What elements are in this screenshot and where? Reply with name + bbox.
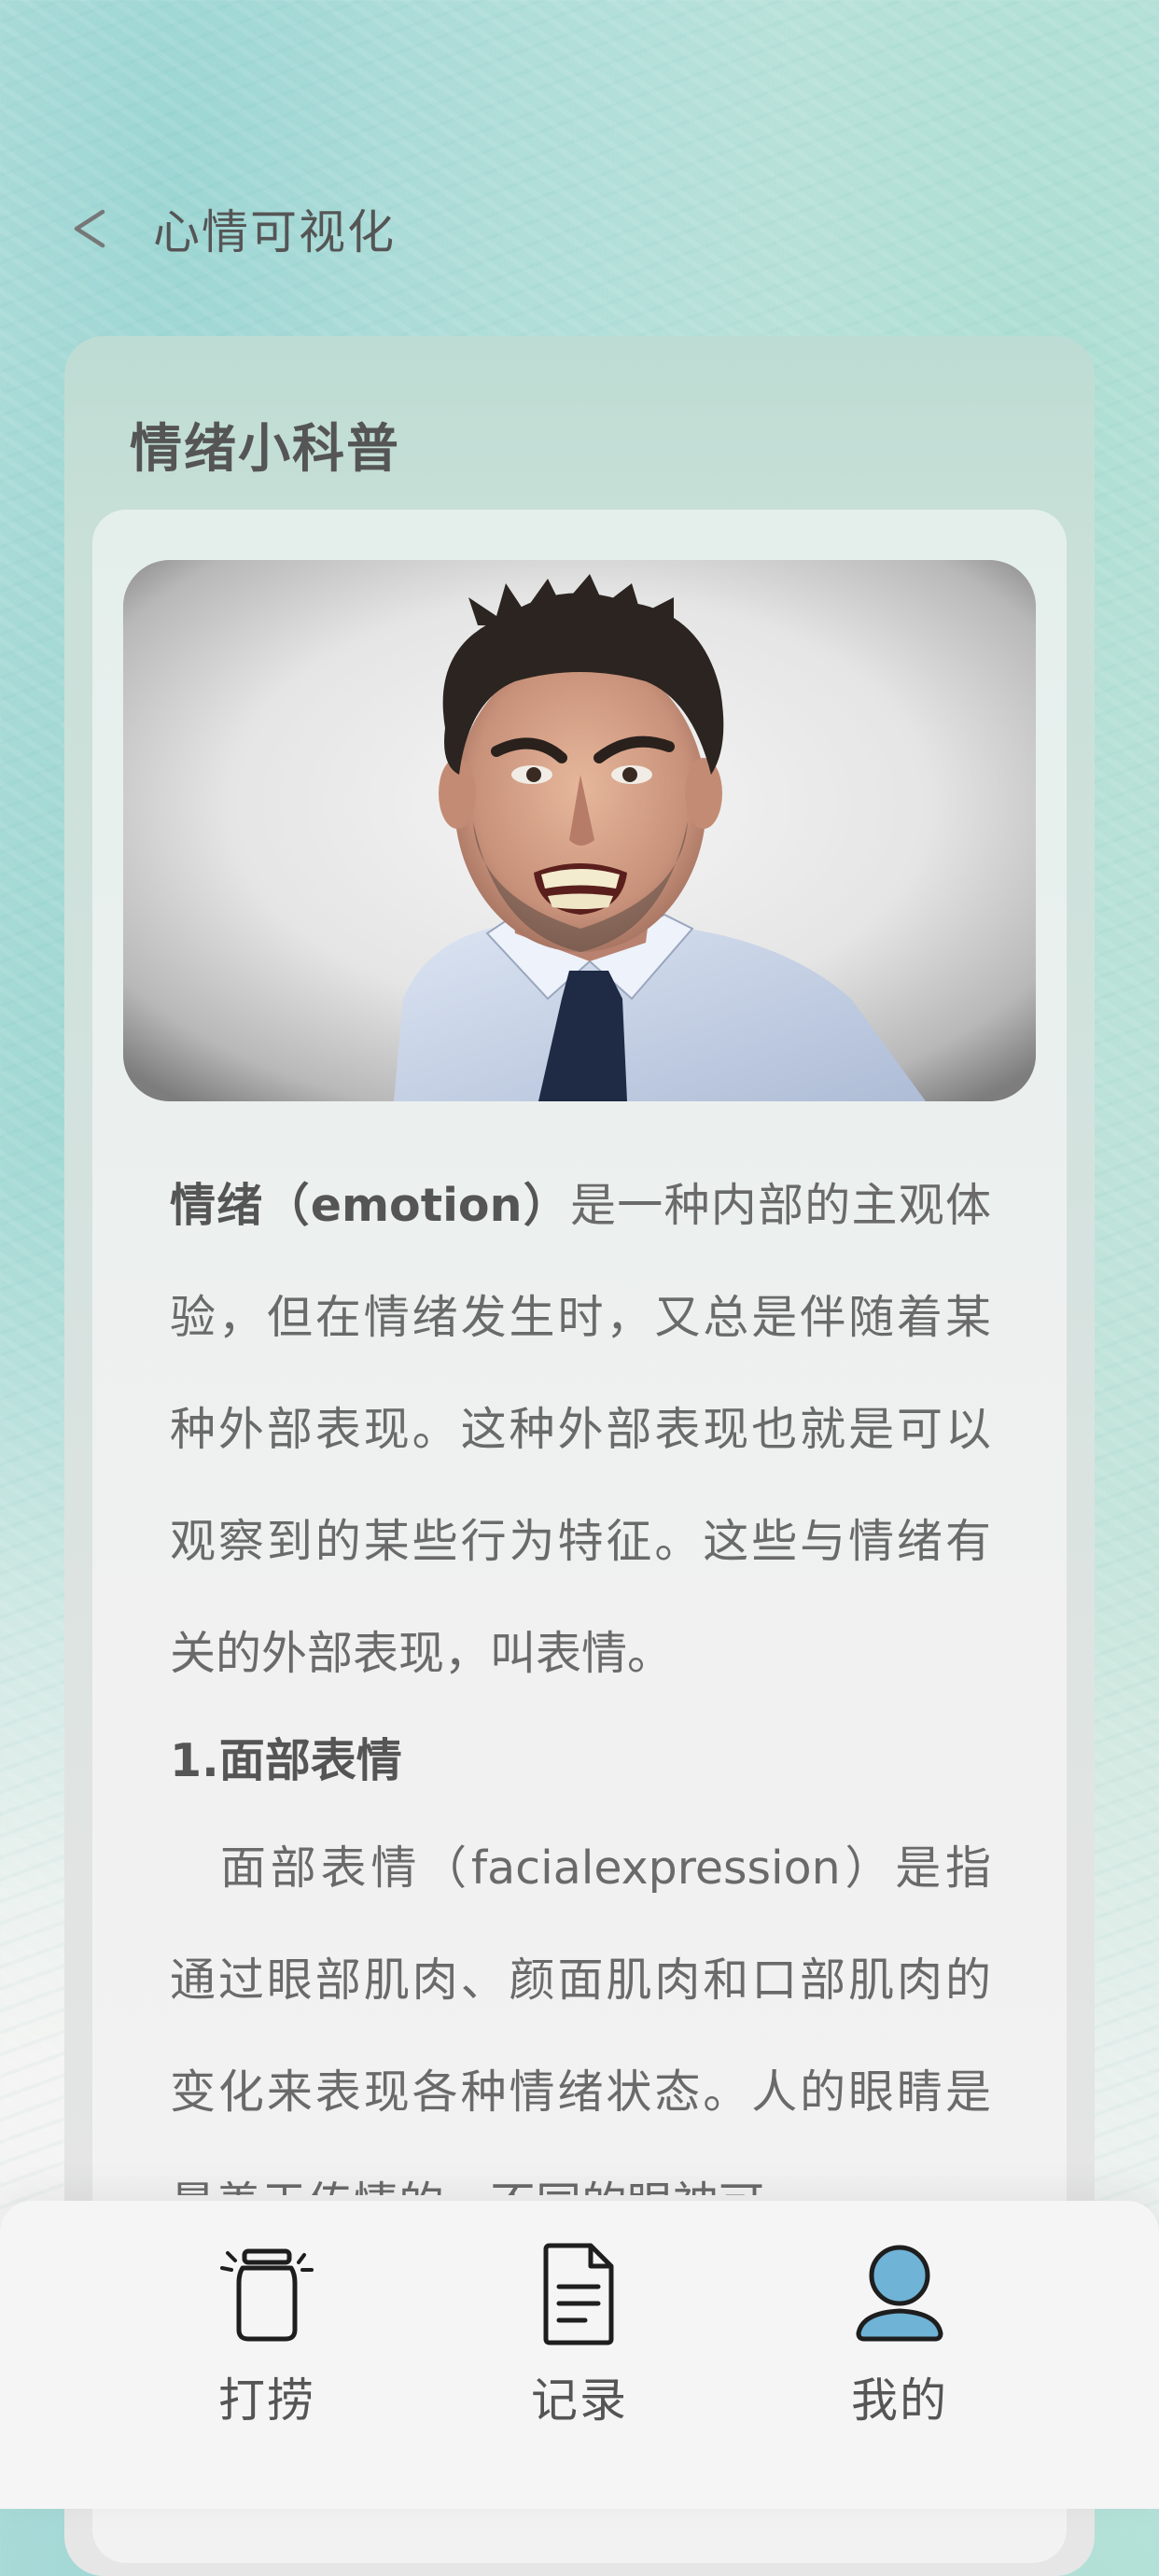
page-title: 心情可视化	[153, 205, 396, 259]
tab-salvage[interactable]: 打捞	[155, 2238, 379, 2471]
tab-profile[interactable]: 我的	[788, 2238, 1012, 2471]
intro-term: 情绪（emotion）	[170, 1179, 570, 1232]
tab-label-records: 记录	[531, 2373, 628, 2428]
intro-text: 是一种内部的主观体验，但在情绪发生时，又总是伴随着某种外部表现。这种外部表现也就…	[170, 1179, 991, 1680]
chevron-left-icon	[74, 209, 105, 248]
intro-paragraph: 情绪（emotion）是一种内部的主观体验，但在情绪发生时，又总是伴随着某种外部…	[170, 1150, 991, 1710]
section-heading: 1.面部表情	[170, 1734, 402, 1787]
user-icon	[844, 2238, 956, 2350]
article-body: 情绪（emotion）是一种内部的主观体验，但在情绪发生时，又总是伴随着某种外部…	[170, 1150, 991, 2195]
tab-records[interactable]: 记录	[468, 2238, 691, 2471]
section-paragraph: 面部表情（facialexpression）是指通过眼部肌肉、颜面肌肉和口部肌肉…	[170, 1841, 991, 2195]
top-bar: 心情可视化	[71, 194, 396, 263]
tab-label-salvage: 打捞	[218, 2373, 315, 2428]
jar-icon	[211, 2238, 323, 2350]
card-title: 情绪小科普	[130, 419, 400, 480]
bottom-tab-bar: 打捞 记录 我的	[0, 2201, 1159, 2509]
tab-label-profile: 我的	[851, 2373, 948, 2428]
back-button[interactable]	[71, 194, 121, 263]
angry-man-photo	[123, 560, 1036, 1101]
document-icon	[524, 2238, 635, 2350]
